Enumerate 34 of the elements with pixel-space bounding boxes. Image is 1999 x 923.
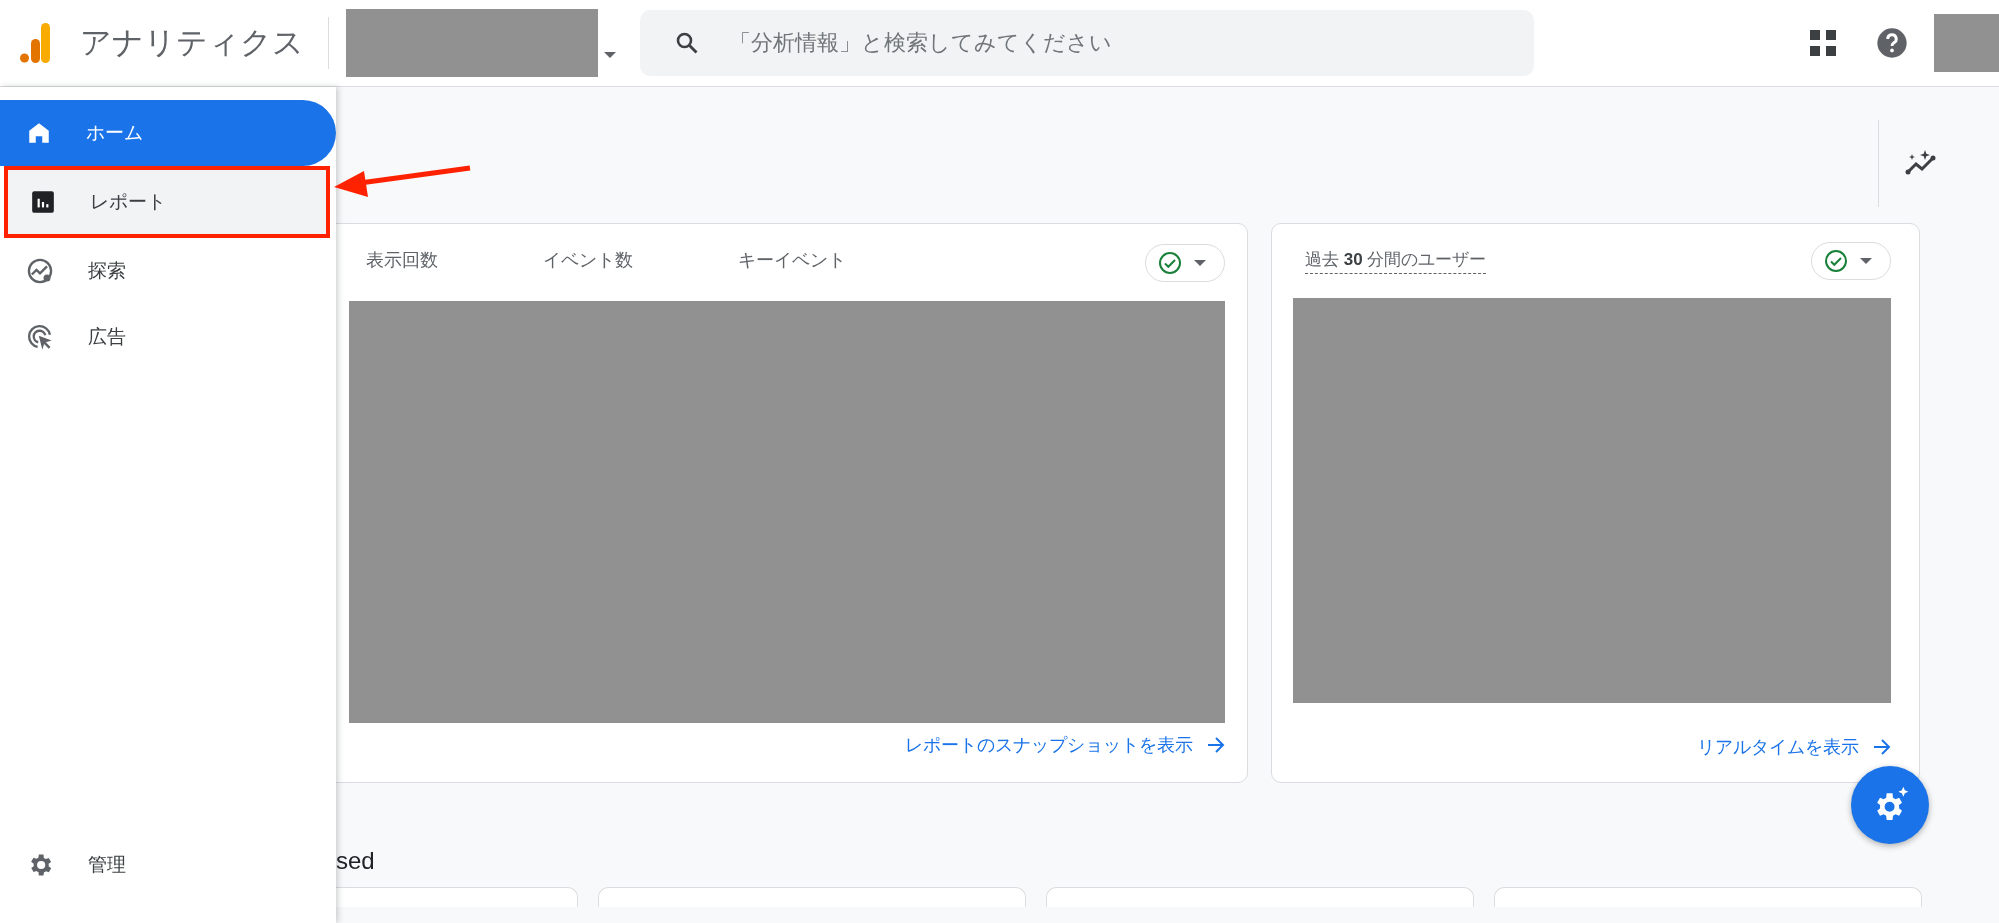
arrow-right-icon — [1873, 738, 1891, 756]
search-field[interactable]: 「分析情報」と検索してみてください — [640, 10, 1534, 76]
bar-chart-icon — [30, 189, 56, 215]
nav-item[interactable]: 探索 — [0, 238, 336, 304]
help-icon[interactable] — [1876, 27, 1908, 59]
caret-down-icon — [1860, 258, 1872, 264]
metric-tab[interactable]: 表示回数 — [366, 247, 438, 272]
realtime-card-title: 過去 30 分間のユーザー — [1305, 248, 1487, 274]
caret-down-icon — [1194, 259, 1206, 266]
nav-item[interactable]: 管理 — [0, 832, 336, 898]
view-realtime-link[interactable]: リアルタイムを表示 — [1697, 735, 1859, 759]
arrow-right-icon — [1207, 736, 1225, 754]
view-snapshot-link[interactable]: レポートのスナップショットを表示 — [905, 733, 1193, 757]
status-dropdown[interactable] — [1145, 243, 1225, 282]
search-icon — [675, 31, 699, 55]
apps-grid-icon[interactable] — [1810, 30, 1836, 56]
status-dropdown[interactable] — [1811, 242, 1891, 280]
caret-down-icon[interactable] — [604, 52, 616, 58]
trend-circle-icon — [26, 257, 54, 285]
analytics-logo-icon — [20, 23, 50, 63]
highlighted-nav-item[interactable]: レポート — [4, 166, 330, 238]
section-heading: sed — [336, 847, 375, 875]
check-circle-icon — [1158, 250, 1182, 275]
settings-button[interactable] — [1851, 766, 1929, 844]
nav-item[interactable]: ホーム — [0, 100, 336, 166]
product-title: アナリティクス — [80, 24, 304, 62]
check-circle-icon — [1824, 249, 1848, 273]
metric-tab[interactable]: イベント数 — [543, 247, 633, 272]
search-input[interactable]: 「分析情報」と検索してみてください — [727, 29, 1491, 57]
insights-icon[interactable] — [1905, 150, 1937, 176]
metric-tab[interactable]: キーイベント — [738, 247, 846, 272]
redacted-avatar-block — [1934, 14, 1999, 72]
target-cursor-icon — [26, 323, 54, 351]
nav-item[interactable]: 広告 — [0, 304, 336, 370]
